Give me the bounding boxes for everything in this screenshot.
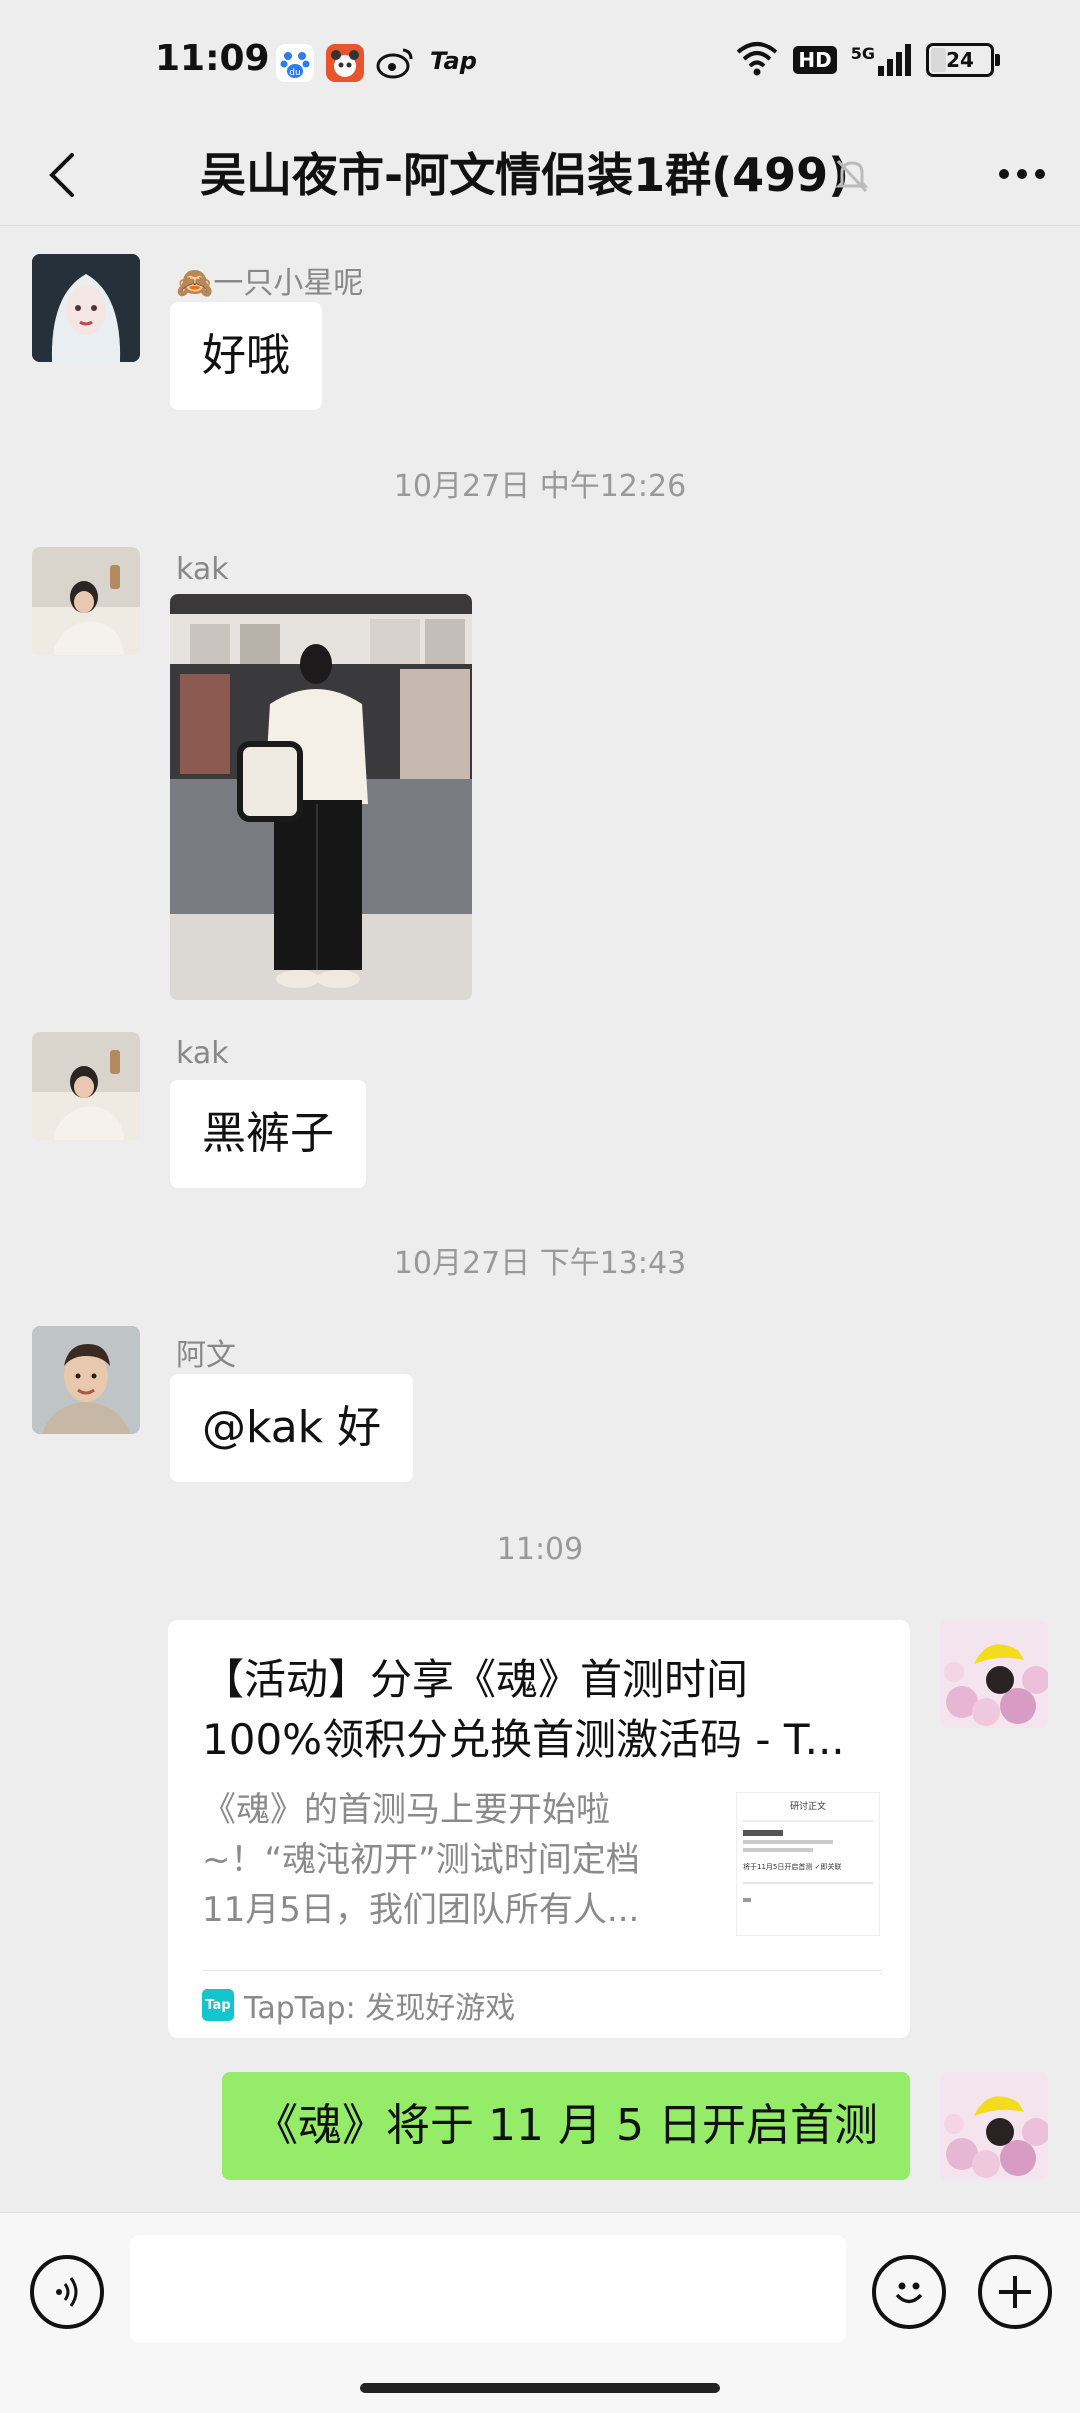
avatar[interactable] bbox=[32, 1326, 140, 1434]
plus-icon bbox=[999, 2276, 1031, 2308]
voice-button[interactable] bbox=[30, 2255, 104, 2329]
my-avatar[interactable] bbox=[940, 1620, 1048, 1728]
sender-name: kak bbox=[176, 552, 229, 587]
svg-text:du: du bbox=[289, 68, 300, 78]
avatar[interactable] bbox=[32, 547, 140, 655]
emoji-icon bbox=[895, 2282, 923, 2304]
baidu-icon: du bbox=[276, 44, 314, 82]
voice-icon bbox=[56, 2277, 78, 2307]
image-message[interactable] bbox=[170, 594, 472, 1000]
hd-badge: HD bbox=[793, 46, 837, 74]
avatar[interactable] bbox=[32, 1032, 140, 1140]
timestamp: 10月27日 下午13:43 bbox=[393, 1246, 687, 1281]
chat-title: 吴山夜市-阿文情侣装1群(499) bbox=[200, 148, 850, 202]
timestamp: 11:09 bbox=[496, 1532, 584, 1567]
link-card[interactable]: 【活动】分享《魂》首测时间 100%领积分兑换首测激活码 - T... 《魂》的… bbox=[168, 1620, 910, 2038]
message-bubble[interactable]: @kak 好 bbox=[170, 1374, 414, 1482]
message-bubble[interactable]: 好哦 bbox=[170, 302, 322, 410]
sender-name: kak bbox=[176, 1036, 229, 1071]
more-options-button[interactable] bbox=[992, 149, 1052, 199]
sender-name: 🙈一只小星呢 bbox=[176, 266, 364, 301]
plus-button[interactable] bbox=[978, 2255, 1052, 2329]
link-card-thumbnail: 研讨正文 将于11月5日开启首测 ✓即关联 bbox=[736, 1792, 880, 1936]
weibo-icon bbox=[376, 44, 416, 84]
message-bubble[interactable]: 黑裤子 bbox=[170, 1080, 366, 1188]
panda-app-icon bbox=[326, 44, 364, 82]
back-button[interactable] bbox=[30, 143, 94, 207]
avatar[interactable] bbox=[32, 254, 140, 362]
wifi-icon bbox=[735, 40, 779, 80]
link-card-title: 【活动】分享《魂》首测时间 100%领积分兑换首测激活码 - T... bbox=[202, 1655, 845, 1764]
chevron-left-icon bbox=[49, 153, 74, 197]
my-message-bubble[interactable]: 《魂》将于 11 月 5 日开启首测 bbox=[222, 2072, 910, 2180]
taptap-icon: Tap bbox=[430, 47, 477, 75]
status-time: 11:09 bbox=[155, 38, 270, 79]
status-bar: 11:09 du Tap HD 5G 24 bbox=[0, 0, 1080, 125]
my-avatar[interactable] bbox=[940, 2072, 1048, 2180]
message-input[interactable] bbox=[130, 2235, 846, 2343]
emoji-button[interactable] bbox=[872, 2255, 946, 2329]
sender-name: 阿文 bbox=[176, 1338, 236, 1373]
signal-icon: 5G bbox=[851, 44, 912, 76]
link-card-description: 《魂》的首测马上要开始啦 ~！“魂沌初开”测试时间定档 11月5日，我们团队所有… bbox=[202, 1790, 640, 1930]
status-indicators: HD 5G 24 bbox=[735, 40, 1000, 80]
divider bbox=[202, 1970, 882, 1971]
taptap-logo-icon: Tap bbox=[202, 1989, 234, 2021]
more-dots-icon bbox=[999, 169, 1009, 179]
home-indicator[interactable] bbox=[360, 2383, 720, 2393]
link-card-source: Tap TapTap: 发现好游戏 bbox=[202, 1983, 515, 2027]
bell-muted-icon bbox=[832, 155, 872, 199]
battery-indicator: 24 bbox=[926, 43, 1000, 77]
timestamp: 10月27日 中午12:26 bbox=[393, 469, 687, 504]
chat-header: 吴山夜市-阿文情侣装1群(499) bbox=[0, 125, 1080, 226]
